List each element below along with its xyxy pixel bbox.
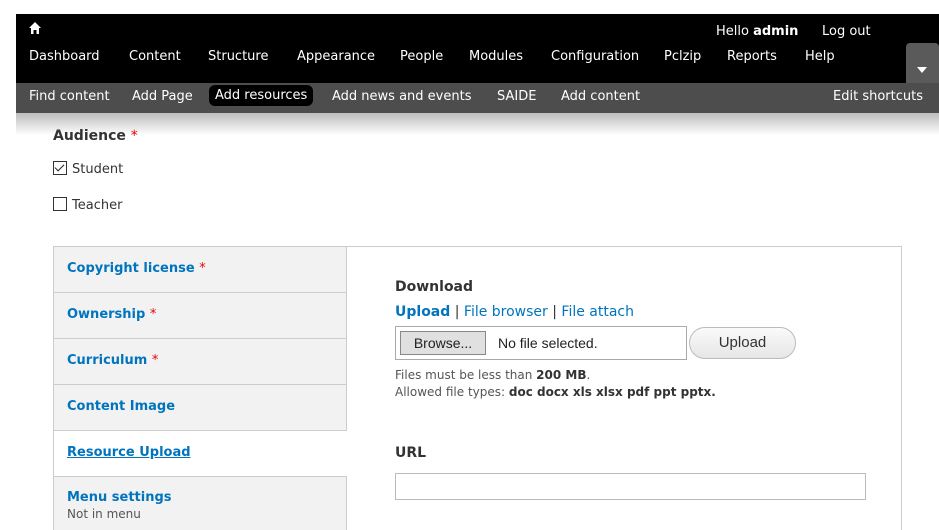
resource-upload-pane: Download Upload | File browser | File at… [347, 247, 901, 530]
required-marker: * [130, 128, 138, 144]
home-icon[interactable] [28, 21, 42, 35]
shortcut-saide[interactable]: SAIDE [497, 89, 536, 104]
tab-content-image[interactable]: Content Image [54, 385, 346, 431]
download-title: Download [395, 279, 474, 295]
teacher-label: Teacher [72, 198, 123, 213]
tab-ownership[interactable]: Ownership * [54, 293, 346, 339]
shortcut-add-content[interactable]: Add content [561, 89, 640, 104]
shortcut-add-resources[interactable]: Add resources [209, 85, 314, 106]
file-attach-link[interactable]: File attach [561, 304, 634, 320]
menu-help[interactable]: Help [805, 49, 835, 64]
tab-label[interactable]: Copyright license * [67, 261, 206, 276]
teacher-checkbox[interactable] [53, 197, 67, 211]
menu-configuration[interactable]: Configuration [551, 49, 639, 64]
tab-label[interactable]: Curriculum * [67, 353, 158, 368]
shortcut-add-news-events[interactable]: Add news and events [332, 89, 471, 104]
tab-label[interactable]: Resource Upload [67, 445, 191, 460]
audience-option-student[interactable]: Student [53, 161, 123, 177]
tab-label[interactable]: Content Image [67, 399, 175, 414]
tab-label[interactable]: Menu settings [67, 490, 172, 505]
tab-resource-upload[interactable]: Resource Upload [54, 431, 347, 477]
upload-source-links: Upload | File browser | File attach [395, 304, 634, 320]
menu-content[interactable]: Content [129, 49, 181, 64]
shortcut-find-content[interactable]: Find content [29, 89, 110, 104]
menu-structure[interactable]: Structure [208, 49, 268, 64]
file-input[interactable]: Browse... No file selected. [395, 326, 687, 360]
shortcuts-bar: Find content Add Page Add resources Add … [16, 83, 939, 113]
menu-pclzip[interactable]: Pclzip [664, 49, 701, 64]
url-input[interactable] [395, 473, 866, 500]
admin-toolbar: Hello admin Log out Dashboard Content St… [16, 14, 939, 83]
menu-people[interactable]: People [400, 49, 443, 64]
audience-option-teacher[interactable]: Teacher [53, 197, 122, 213]
username[interactable]: admin [753, 24, 798, 39]
audience-label: Audience * [53, 128, 138, 144]
student-checkbox[interactable] [53, 161, 67, 175]
tab-curriculum[interactable]: Curriculum * [54, 339, 346, 385]
tab-summary: Not in menu [67, 507, 141, 521]
vertical-tabs: Copyright license * Ownership * Curricul… [53, 246, 902, 530]
shortcuts-toggle-button[interactable] [906, 43, 939, 83]
file-size-description: Files must be less than 200 MB. [395, 368, 591, 382]
tab-menu-settings[interactable]: Menu settings Not in menu [54, 477, 346, 530]
toolbar-shadow [16, 113, 939, 135]
shortcut-add-page[interactable]: Add Page [132, 89, 193, 104]
menu-modules[interactable]: Modules [469, 49, 523, 64]
required-marker: * [199, 261, 206, 276]
url-label: URL [395, 445, 427, 461]
menu-dashboard[interactable]: Dashboard [29, 49, 100, 64]
link-separator: | [454, 304, 460, 320]
required-marker: * [151, 353, 159, 368]
tab-label[interactable]: Ownership * [67, 307, 156, 322]
user-greeting: Hello admin [716, 24, 799, 39]
tab-copyright-license[interactable]: Copyright license * [54, 247, 346, 293]
file-browser-link[interactable]: File browser [464, 304, 548, 320]
upload-button[interactable]: Upload [689, 327, 796, 359]
file-types-description: Allowed file types: doc docx xls xlsx pd… [395, 385, 716, 399]
menu-appearance[interactable]: Appearance [297, 49, 375, 64]
required-marker: * [149, 307, 157, 322]
upload-link[interactable]: Upload [395, 304, 450, 320]
link-separator: | [552, 304, 557, 320]
menu-reports[interactable]: Reports [727, 49, 777, 64]
no-file-selected-text: No file selected. [498, 335, 598, 351]
edit-shortcuts-link[interactable]: Edit shortcuts [833, 89, 923, 104]
student-label: Student [72, 162, 124, 177]
browse-button[interactable]: Browse... [400, 331, 486, 355]
vertical-tabs-list: Copyright license * Ownership * Curricul… [54, 247, 347, 530]
logout-link[interactable]: Log out [822, 24, 871, 39]
